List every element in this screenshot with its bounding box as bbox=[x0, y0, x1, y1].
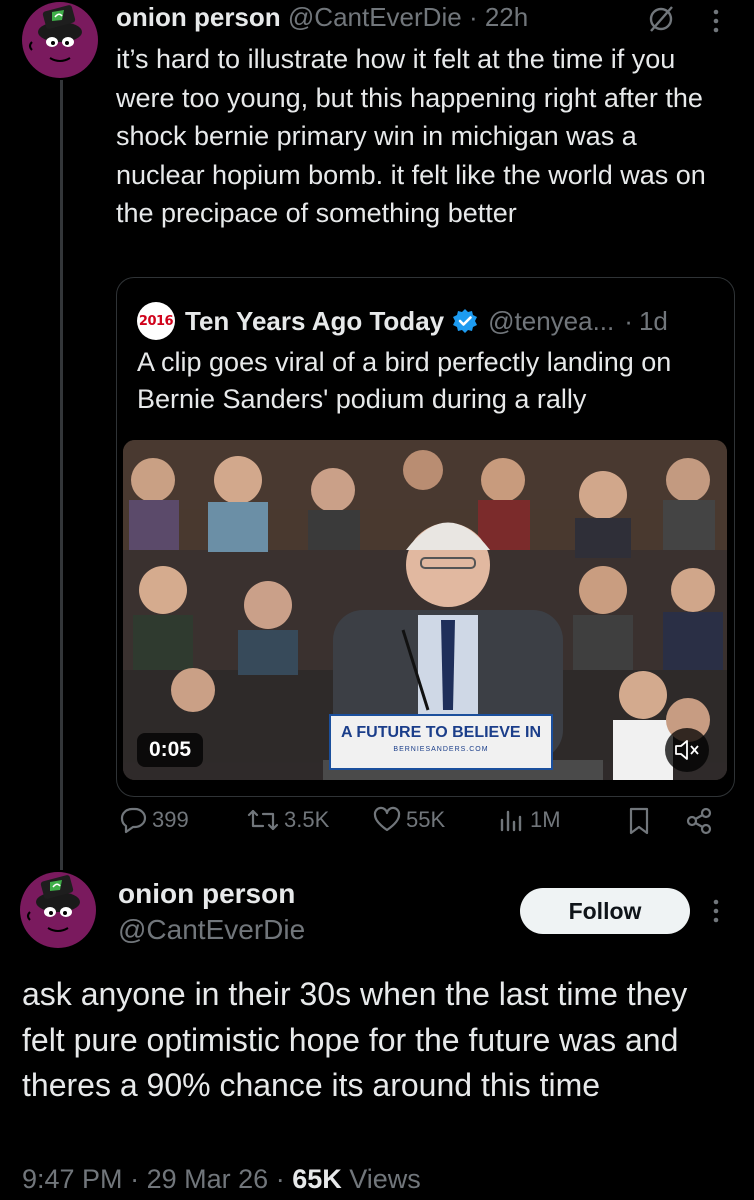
mute-button[interactable] bbox=[665, 728, 709, 772]
quoted-handle[interactable]: @tenyea... bbox=[488, 306, 614, 337]
onion-avatar-icon bbox=[20, 872, 96, 948]
share-icon bbox=[686, 807, 712, 835]
separator: · bbox=[130, 1164, 140, 1194]
repost-button[interactable]: 3.5K bbox=[246, 806, 329, 834]
verified-badge-icon bbox=[453, 309, 478, 333]
share-button[interactable] bbox=[684, 806, 718, 836]
reply-header: onion person @CantEverDie · 22h bbox=[116, 2, 528, 33]
reply-count: 399 bbox=[152, 807, 189, 832]
quoted-timestamp[interactable]: 1d bbox=[639, 306, 668, 337]
main-tweet-text: ask anyone in their 30s when the last ti… bbox=[22, 976, 688, 1103]
timestamp[interactable]: 22h bbox=[485, 2, 528, 32]
author-handle[interactable]: @CantEverDie bbox=[118, 914, 305, 946]
video-duration: 0:05 bbox=[137, 733, 204, 767]
reply-icon bbox=[120, 807, 147, 834]
heart-icon bbox=[373, 806, 401, 832]
author-name[interactable]: onion person bbox=[116, 2, 281, 32]
bookmark-button[interactable] bbox=[626, 806, 656, 836]
views-label: Views bbox=[349, 1164, 421, 1194]
reply-text: it’s hard to illustrate how it felt at t… bbox=[116, 44, 706, 228]
follow-button[interactable]: Follow bbox=[520, 888, 690, 934]
speaker-muted-icon bbox=[675, 740, 699, 760]
separator: · bbox=[275, 1164, 285, 1194]
avatar[interactable] bbox=[22, 2, 98, 78]
post-time[interactable]: 9:47 PM bbox=[22, 1164, 123, 1194]
separator: · bbox=[468, 2, 478, 32]
repost-icon bbox=[247, 809, 279, 831]
action-bar: 399 3.5K 55K 1M bbox=[116, 800, 736, 844]
tweet-meta: 9:47 PM · 29 Mar 26 · 65K Views bbox=[22, 1164, 421, 1195]
podium-sign-text: A FUTURE TO BELIEVE IN bbox=[340, 724, 541, 741]
podium-sign: A FUTURE TO BELIEVE IN BERNIESANDERS.COM bbox=[329, 714, 553, 770]
like-count: 55K bbox=[406, 807, 446, 832]
podium-sign-url: BERNIESANDERS.COM bbox=[393, 746, 489, 753]
separator: · bbox=[624, 305, 633, 336]
repost-count: 3.5K bbox=[284, 807, 330, 832]
quoted-tweet-card[interactable]: 2016 Ten Years Ago Today @tenyea... · 1d… bbox=[116, 277, 735, 797]
bookmark-icon bbox=[629, 807, 649, 835]
post-date[interactable]: 29 Mar 26 bbox=[147, 1164, 269, 1194]
video-player[interactable]: A FUTURE TO BELIEVE IN BERNIESANDERS.COM… bbox=[123, 440, 727, 780]
thread-line bbox=[60, 80, 63, 870]
author-name[interactable]: onion person bbox=[118, 878, 295, 910]
avatar[interactable] bbox=[20, 872, 96, 948]
quoted-text: A clip goes viral of a bird perfectly la… bbox=[137, 347, 672, 414]
view-count: 1M bbox=[530, 807, 561, 832]
quoted-logo-text: 2016 bbox=[138, 313, 174, 329]
reply-button[interactable]: 399 bbox=[118, 806, 189, 834]
analytics-icon bbox=[500, 810, 522, 832]
quoted-header: 2016 Ten Years Ago Today @tenyea... · 1d bbox=[137, 302, 668, 340]
onion-avatar-icon bbox=[22, 2, 98, 78]
more-icon[interactable] bbox=[708, 6, 724, 36]
more-icon[interactable] bbox=[708, 896, 724, 926]
quoted-author-name[interactable]: Ten Years Ago Today bbox=[185, 306, 444, 337]
views-count: 65K bbox=[292, 1164, 342, 1194]
like-button[interactable]: 55K bbox=[372, 806, 445, 834]
views-button[interactable]: 1M bbox=[496, 806, 561, 834]
grok-icon[interactable] bbox=[646, 4, 676, 34]
quoted-avatar[interactable]: 2016 bbox=[137, 302, 175, 340]
author-handle[interactable]: @CantEverDie bbox=[288, 2, 462, 32]
